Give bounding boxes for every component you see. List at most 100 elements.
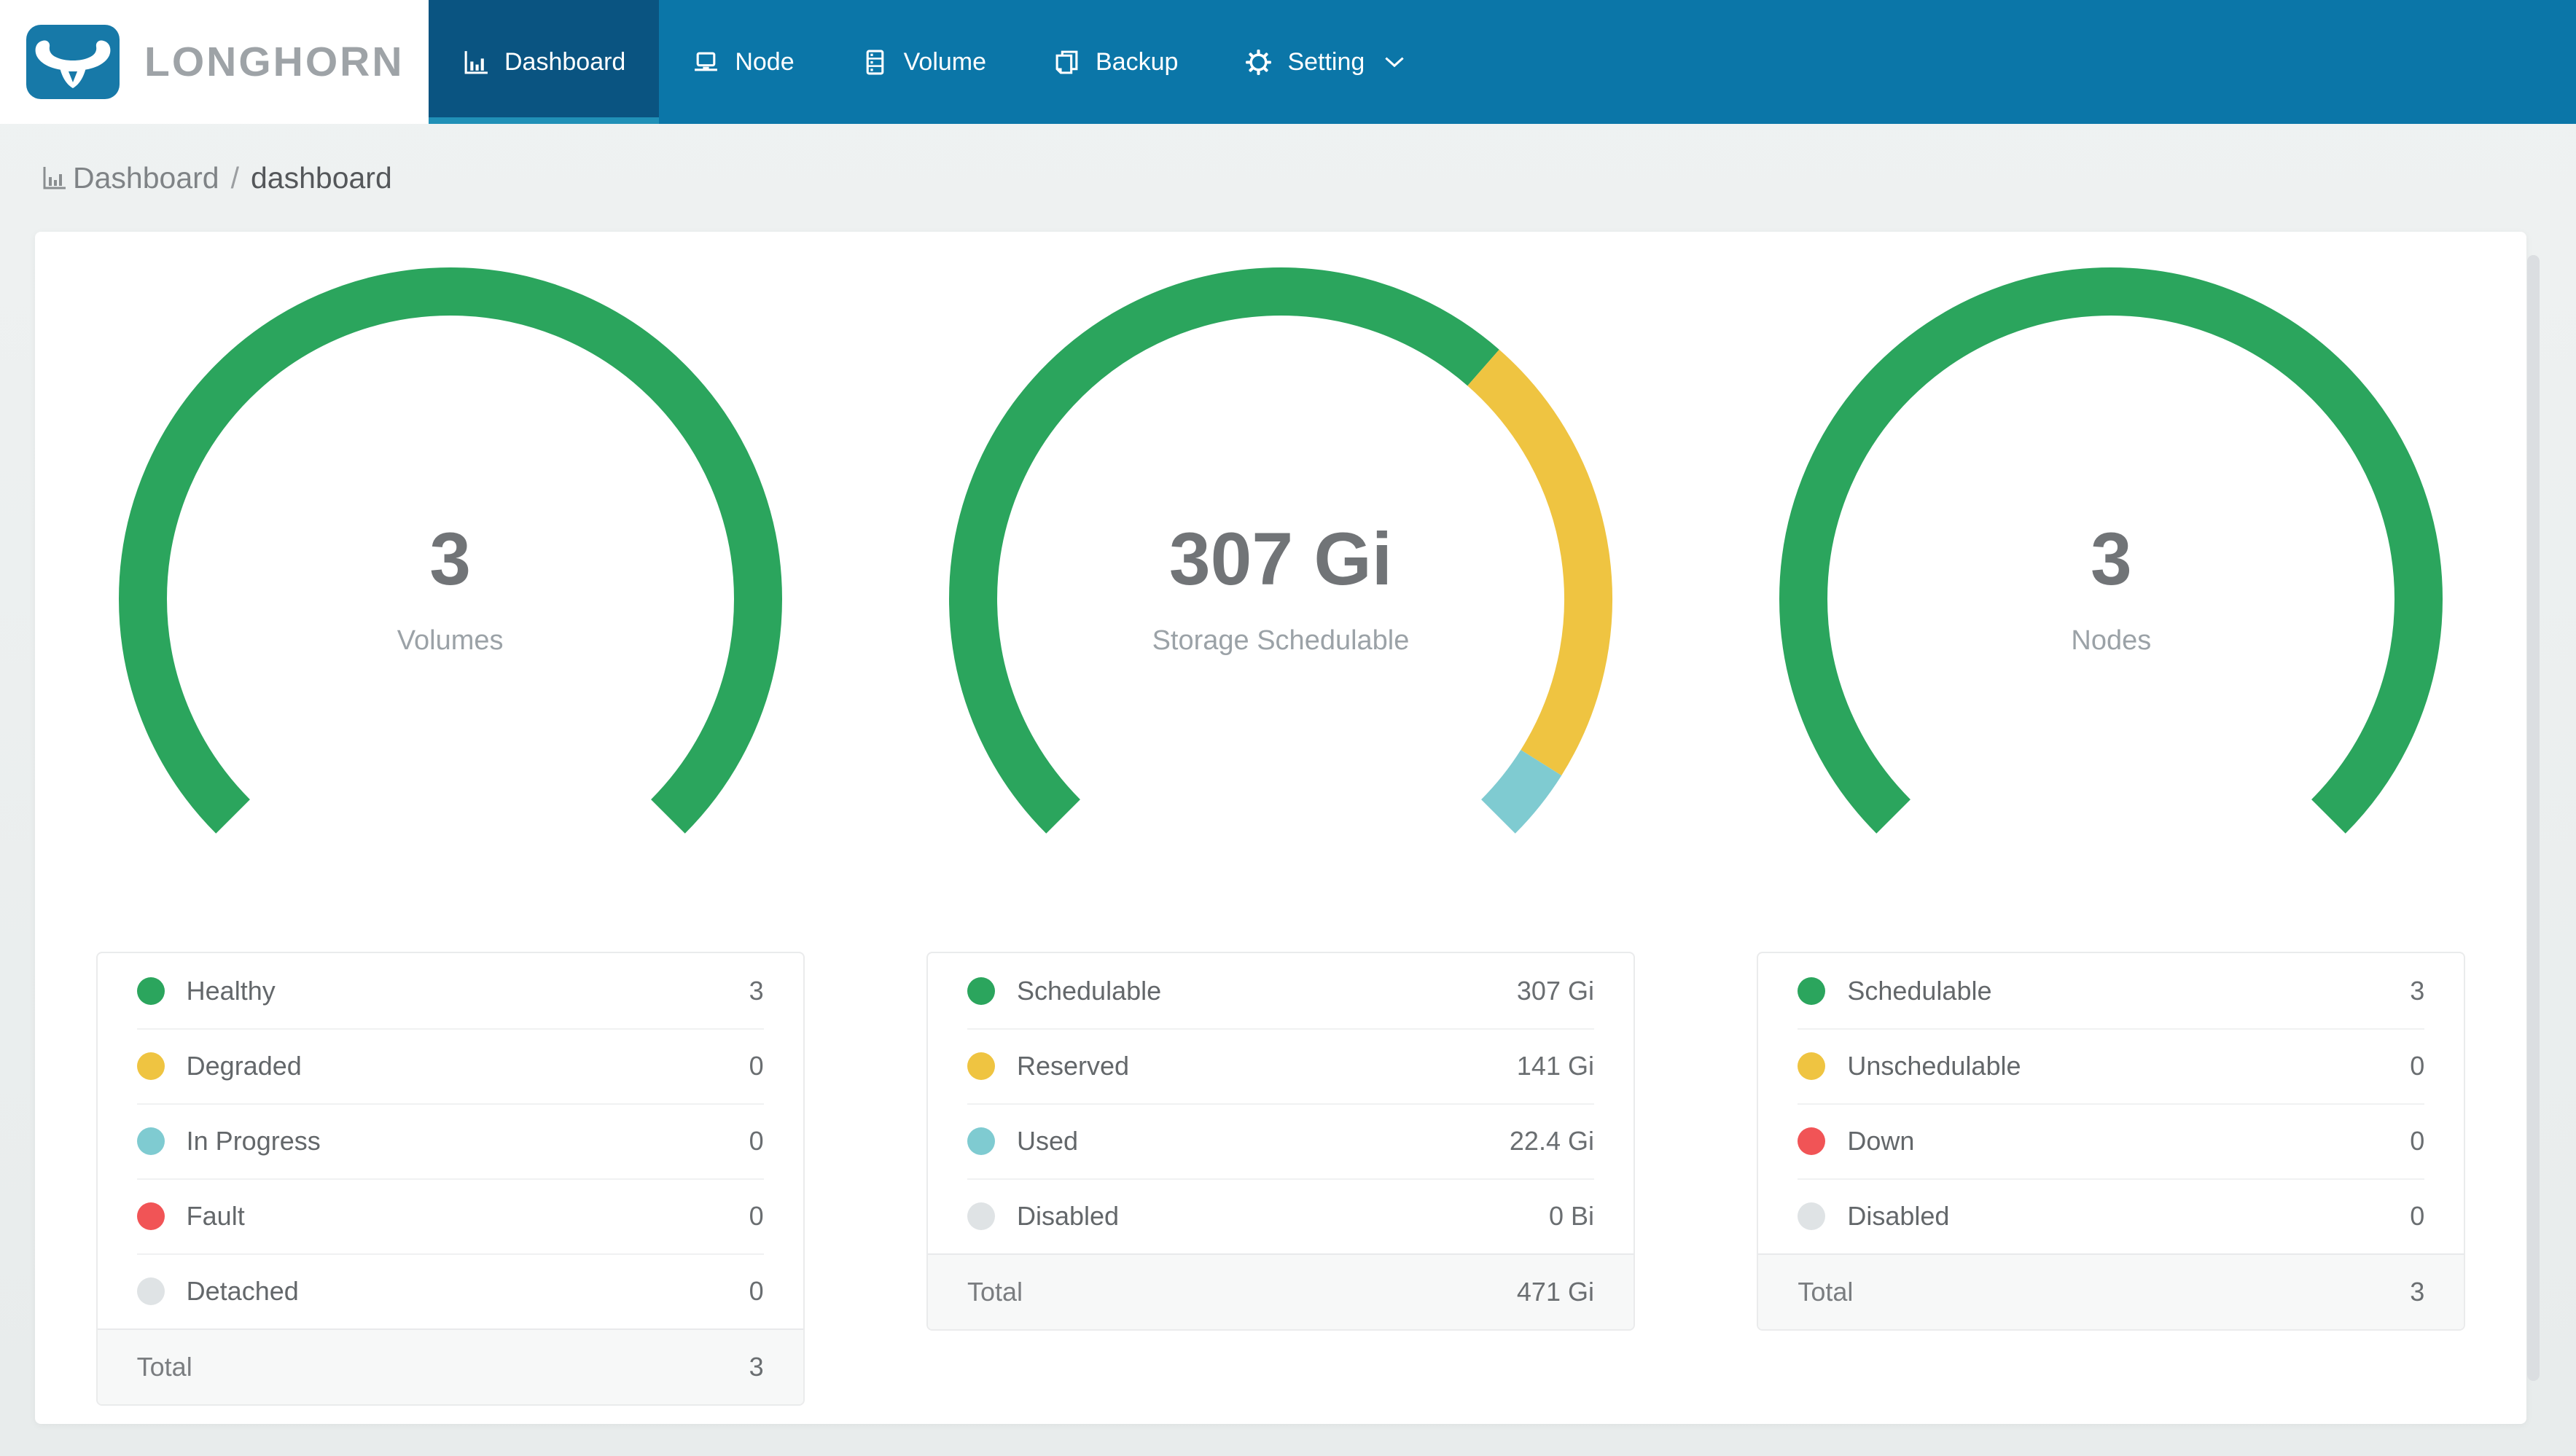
legend-row: Unschedulable 0: [1758, 1028, 2464, 1103]
gauge-value: 307 Gi: [1168, 517, 1393, 600]
legend-label: Schedulable: [1016, 975, 1162, 1006]
legend-label: Detached: [186, 1275, 299, 1306]
longhorn-bull-icon: [26, 25, 120, 99]
total-label: Total: [136, 1352, 192, 1382]
legend-total-row: Total 3: [97, 1328, 803, 1404]
legend-label: Reserved: [1016, 1050, 1130, 1081]
tab-label: Node: [735, 47, 795, 76]
legend-value: 3: [749, 975, 764, 1006]
total-value: 3: [749, 1352, 764, 1382]
legend-label: Schedulable: [1847, 975, 1992, 1006]
legend-label: Healthy: [186, 975, 276, 1006]
tab-volume[interactable]: Volume: [828, 0, 1020, 124]
tab-node[interactable]: Node: [659, 0, 827, 124]
storage-legend-table: Schedulable 307 Gi Reserved 141 Gi Used 22.4 …: [926, 952, 1635, 1331]
breadcrumb: Dashboard / dashboard: [0, 124, 2576, 232]
legend-row: Schedulable 307 Gi: [928, 953, 1634, 1028]
legend-color-dot: [967, 1127, 995, 1155]
legend-label: Unschedulable: [1847, 1050, 2021, 1081]
legend-value: 0: [749, 1050, 764, 1081]
tab-backup[interactable]: Backup: [1020, 0, 1211, 124]
bar-chart-icon: [464, 50, 488, 74]
total-value: 471 Gi: [1516, 1277, 1594, 1307]
total-label: Total: [1798, 1277, 1854, 1307]
legend-color-dot: [136, 1127, 165, 1155]
nodes-column: 3 Nodes Schedulable 3 Unschedulable 0 Down 0 D…: [1696, 232, 2526, 1424]
legend-value: 0: [749, 1275, 764, 1306]
total-value: 3: [2410, 1277, 2425, 1307]
volumes-gauge: 3 Volumes: [108, 257, 793, 942]
gauge-label: Nodes: [2071, 625, 2152, 656]
main-nav: Dashboard Node Volume Backup Setting: [429, 0, 1438, 124]
tab-dashboard[interactable]: Dashboard: [429, 0, 660, 124]
tab-setting[interactable]: Setting: [1211, 0, 1438, 124]
legend-row: Degraded 0: [98, 1028, 803, 1103]
legend-row: Disabled 0: [1758, 1178, 2464, 1253]
legend-color-dot: [1798, 976, 1826, 1005]
legend-value: 141 Gi: [1516, 1050, 1594, 1081]
tab-label: Dashboard: [504, 47, 626, 76]
gauge-center-text: 307 Gi Storage Schedulable: [938, 515, 1623, 661]
tab-label: Setting: [1287, 47, 1365, 76]
gauge-value: 3: [2090, 517, 2132, 600]
legend-label: Down: [1847, 1125, 1915, 1156]
brand-logo-block[interactable]: LONGHORN: [0, 0, 429, 124]
legend-color-dot: [136, 1202, 165, 1230]
legend-color-dot: [1798, 1202, 1826, 1230]
legend-color-dot: [967, 1202, 995, 1230]
legend-value: 0: [749, 1125, 764, 1156]
legend-row: Used 22.4 Gi: [928, 1103, 1634, 1178]
legend-value: 0: [749, 1200, 764, 1231]
legend-value: 22.4 Gi: [1509, 1125, 1594, 1156]
legend-color-dot: [136, 1277, 165, 1305]
page-scrollbar-thumb[interactable]: [2527, 255, 2540, 1381]
legend-label: Disabled: [1847, 1200, 1950, 1231]
legend-row: Fault 0: [98, 1178, 803, 1253]
tab-label: Backup: [1096, 47, 1179, 76]
legend-row: Reserved 141 Gi: [928, 1028, 1634, 1103]
legend-row: Detached 0: [98, 1253, 803, 1328]
nodes-legend-table: Schedulable 3 Unschedulable 0 Down 0 Disabled 0…: [1757, 952, 2466, 1331]
database-icon: [866, 50, 883, 74]
legend-color-dot: [136, 1052, 165, 1080]
legend-color-dot: [967, 1052, 995, 1080]
chevron-down-icon: [1385, 57, 1404, 67]
breadcrumb-separator: /: [230, 160, 239, 195]
longhorn-dashboard-page: { "brand": { "name": "LONGHORN" }, "nav"…: [0, 0, 2576, 1456]
nodes-gauge: 3 Nodes: [1768, 257, 2454, 942]
dashboard-card: 3 Volumes Healthy 3 Degraded 0 In Progress 0 F…: [35, 232, 2526, 1424]
breadcrumb-current-page: dashboard: [250, 160, 392, 195]
gauge-segment: [1480, 749, 1562, 834]
breadcrumb-section[interactable]: Dashboard: [73, 161, 219, 195]
legend-value: 0: [2410, 1050, 2425, 1081]
legend-label: In Progress: [186, 1125, 321, 1156]
copy-icon: [1055, 50, 1078, 74]
legend-row: In Progress 0: [98, 1103, 803, 1178]
legend-label: Used: [1016, 1125, 1079, 1156]
gauge-value: 3: [429, 517, 472, 600]
legend-color-dot: [136, 976, 165, 1005]
top-nav-bar: LONGHORN Dashboard Node Volume Backup Se…: [0, 0, 2576, 124]
legend-value: 0: [2410, 1125, 2425, 1156]
volumes-legend-table: Healthy 3 Degraded 0 In Progress 0 Fault 0 Detac…: [95, 952, 805, 1406]
gear-icon: [1246, 49, 1272, 75]
legend-color-dot: [1798, 1127, 1826, 1155]
total-label: Total: [967, 1277, 1023, 1307]
storage-column: 307 Gi Storage Schedulable Schedulable 30…: [865, 232, 1695, 1424]
laptop-icon: [695, 52, 718, 71]
gauge-label: Volumes: [397, 625, 504, 656]
legend-row: Healthy 3: [98, 953, 803, 1028]
legend-row: Schedulable 3: [1758, 953, 2464, 1028]
gauge-label: Storage Schedulable: [1152, 625, 1410, 656]
legend-value: 3: [2410, 975, 2425, 1006]
legend-row: Down 0: [1758, 1103, 2464, 1178]
legend-label: Degraded: [186, 1050, 302, 1081]
legend-total-row: Total 3: [1758, 1253, 2464, 1329]
volumes-column: 3 Volumes Healthy 3 Degraded 0 In Progress 0 F…: [35, 232, 865, 1424]
brand-title: LONGHORN: [144, 39, 405, 85]
legend-value: 307 Gi: [1516, 975, 1594, 1006]
legend-label: Disabled: [1016, 1200, 1120, 1231]
legend-color-dot: [1798, 1052, 1826, 1080]
legend-value: 0 Bi: [1548, 1200, 1594, 1231]
tab-label: Volume: [903, 47, 987, 76]
